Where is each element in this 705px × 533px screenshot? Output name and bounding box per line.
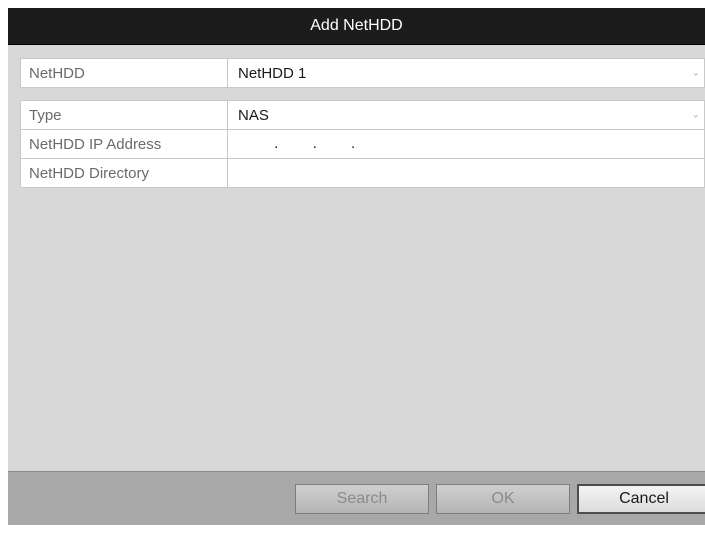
directory-label: NetHDD Directory — [21, 159, 228, 187]
type-select[interactable]: NAS ⌄ — [228, 101, 704, 129]
ok-button[interactable]: OK — [436, 484, 570, 514]
type-label: Type — [21, 101, 228, 129]
dialog-title: Add NetHDD — [8, 8, 705, 45]
nethdd-label: NetHDD — [21, 59, 228, 87]
directory-row: NetHDD Directory — [20, 158, 705, 188]
ip-dot: . — [350, 135, 356, 152]
chevron-down-icon[interactable]: ⌄ — [692, 110, 700, 121]
chevron-down-icon[interactable]: ⌄ — [692, 68, 700, 79]
cancel-button[interactable]: Cancel — [577, 484, 705, 514]
add-nethdd-dialog: Add NetHDD NetHDD NetHDD 1 ⌄ Type NAS ⌄ … — [8, 8, 705, 525]
type-row: Type NAS ⌄ — [20, 100, 705, 130]
ip-octets: . . . — [238, 136, 355, 152]
ip-address-input[interactable]: . . . — [228, 130, 704, 158]
directory-input[interactable] — [228, 159, 704, 187]
nethdd-select[interactable]: NetHDD 1 ⌄ — [228, 59, 704, 87]
ip-dot: . — [274, 135, 279, 152]
ip-row: NetHDD IP Address . . . — [20, 129, 705, 159]
dialog-footer: Search OK Cancel — [8, 471, 705, 525]
search-button[interactable]: Search — [295, 484, 429, 514]
type-select-value: NAS — [238, 106, 269, 124]
dialog-body: NetHDD NetHDD 1 ⌄ Type NAS ⌄ NetHDD IP A… — [8, 45, 705, 473]
nethdd-select-value: NetHDD 1 — [238, 64, 307, 82]
ip-label: NetHDD IP Address — [21, 130, 228, 158]
ip-dot: . — [312, 135, 317, 152]
nethdd-row: NetHDD NetHDD 1 ⌄ — [20, 58, 705, 88]
